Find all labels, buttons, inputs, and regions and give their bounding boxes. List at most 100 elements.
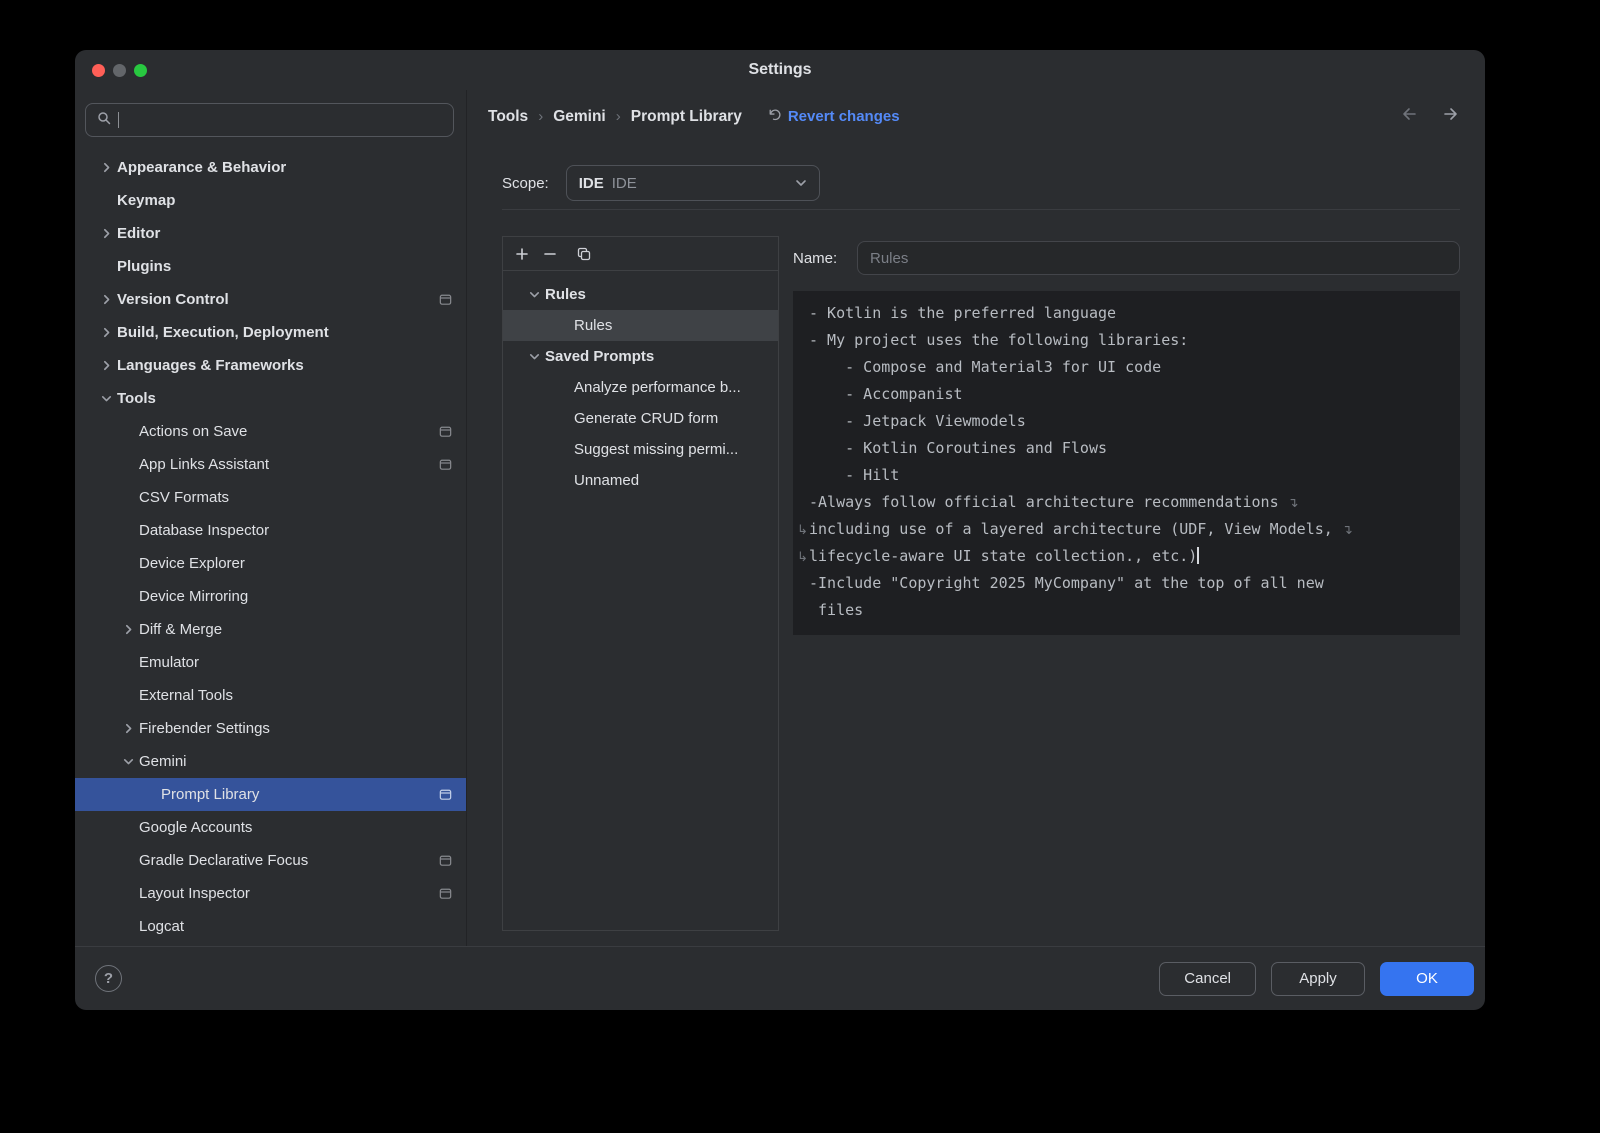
scope-divider	[502, 209, 1460, 210]
revert-changes-link[interactable]: Revert changes	[766, 107, 900, 126]
sidebar-item-device-explorer[interactable]: Device Explorer	[75, 547, 466, 580]
chevron-right-icon[interactable]	[99, 160, 117, 176]
sidebar-item-diff-merge[interactable]: Diff & Merge	[75, 613, 466, 646]
chevron-down-icon[interactable]	[527, 349, 545, 364]
name-label: Name:	[793, 250, 857, 267]
sidebar-item-label: Device Explorer	[139, 555, 245, 572]
sidebar-item-gradle-declarative-focus[interactable]: Gradle Declarative Focus	[75, 844, 466, 877]
scope-dropdown-value: IDE	[612, 175, 637, 192]
revert-label: Revert changes	[788, 108, 900, 125]
chevron-right-icon[interactable]	[99, 358, 117, 374]
breadcrumb-prompt-library[interactable]: Prompt Library	[631, 108, 742, 126]
remove-icon[interactable]	[536, 241, 564, 267]
prompt-group-rules[interactable]: Rules	[503, 279, 778, 310]
zoom-window-button[interactable]	[134, 64, 147, 77]
prompt-label: Rules	[574, 317, 612, 334]
sidebar-item-gemini[interactable]: Gemini	[75, 745, 466, 778]
breadcrumb-gemini[interactable]: Gemini	[553, 108, 606, 126]
back-arrow-icon[interactable]	[1400, 106, 1419, 127]
sidebar-item-label: Logcat	[139, 918, 184, 935]
prompt-item-unnamed[interactable]: Unnamed	[503, 465, 778, 496]
sidebar-item-tools[interactable]: Tools	[75, 382, 466, 415]
prompt-list-toolbar	[503, 237, 778, 271]
chevron-right-icon[interactable]	[121, 622, 139, 638]
prompt-item-analyze-performance-b[interactable]: Analyze performance b...	[503, 372, 778, 403]
sidebar-item-label: Keymap	[117, 192, 175, 209]
editor-line: ↳lifecycle-aware UI state collection., e…	[809, 543, 1454, 570]
sidebar-item-csv-formats[interactable]: CSV Formats	[75, 481, 466, 514]
chevron-spacer	[121, 688, 139, 704]
chevron-down-icon[interactable]	[527, 287, 545, 302]
sidebar-item-label: Diff & Merge	[139, 621, 222, 638]
apply-button[interactable]: Apply	[1271, 962, 1365, 996]
sidebar-item-prompt-library[interactable]: Prompt Library	[75, 778, 466, 811]
chevron-down-icon[interactable]	[121, 754, 139, 770]
prompt-text-editor[interactable]: - Kotlin is the preferred language- My p…	[793, 291, 1460, 635]
sidebar-item-label: Gemini	[139, 753, 187, 770]
sidebar-item-label: CSV Formats	[139, 489, 229, 506]
editor-line-text: - Hilt	[809, 466, 899, 484]
forward-arrow-icon[interactable]	[1441, 106, 1460, 127]
chevron-spacer	[121, 820, 139, 836]
prompt-item-suggest-missing-permi[interactable]: Suggest missing permi...	[503, 434, 778, 465]
ok-button[interactable]: OK	[1380, 962, 1474, 996]
sidebar-item-version-control[interactable]: Version Control	[75, 283, 466, 316]
per-ide-settings-icon	[438, 886, 453, 901]
settings-search-field[interactable]	[85, 103, 454, 137]
add-icon[interactable]	[508, 241, 536, 267]
sidebar-item-label: Firebender Settings	[139, 720, 270, 737]
editor-line-text: - My project uses the following librarie…	[809, 331, 1188, 349]
chevron-right-icon[interactable]	[99, 226, 117, 242]
chevron-right-icon[interactable]	[99, 325, 117, 341]
prompt-group-saved-prompts[interactable]: Saved Prompts	[503, 341, 778, 372]
sidebar-item-google-accounts[interactable]: Google Accounts	[75, 811, 466, 844]
close-window-button[interactable]	[92, 64, 105, 77]
settings-sidebar: Appearance & Behavior Keymap EditorPlugins…	[75, 90, 467, 946]
sidebar-item-build-execution-deployment[interactable]: Build, Execution, Deployment	[75, 316, 466, 349]
sidebar-item-actions-on-save[interactable]: Actions on Save	[75, 415, 466, 448]
sidebar-item-editor[interactable]: Editor	[75, 217, 466, 250]
minimize-window-button[interactable]	[113, 64, 126, 77]
prompt-item-rules[interactable]: Rules	[503, 310, 778, 341]
prompt-item-generate-crud-form[interactable]: Generate CRUD form	[503, 403, 778, 434]
sidebar-item-app-links-assistant[interactable]: App Links Assistant	[75, 448, 466, 481]
dialog-footer: ? Cancel Apply OK	[75, 946, 1485, 1010]
editor-line-text: including use of a layered architecture …	[809, 520, 1342, 538]
sidebar-item-label: External Tools	[139, 687, 233, 704]
sidebar-item-database-inspector[interactable]: Database Inspector	[75, 514, 466, 547]
history-nav	[1400, 106, 1460, 127]
breadcrumb-tools[interactable]: Tools	[488, 108, 528, 126]
editor-line-text: - Kotlin Coroutines and Flows	[809, 439, 1107, 457]
copy-icon[interactable]	[570, 241, 598, 267]
sidebar-item-emulator[interactable]: Emulator	[75, 646, 466, 679]
chevron-spacer	[121, 556, 139, 572]
help-button[interactable]: ?	[95, 965, 122, 992]
chevron-spacer	[143, 787, 161, 803]
sidebar-item-logcat[interactable]: Logcat	[75, 910, 466, 943]
chevron-right-icon[interactable]	[121, 721, 139, 737]
prompt-label: Unnamed	[574, 472, 639, 489]
breadcrumb: Tools › Gemini › Prompt Library Revert c…	[488, 106, 1460, 127]
sidebar-item-plugins[interactable]: Plugins	[75, 250, 466, 283]
sidebar-item-layout-inspector[interactable]: Layout Inspector	[75, 877, 466, 910]
editor-line: -Include "Copyright 2025 MyCompany" at t…	[809, 570, 1454, 597]
chevron-right-icon[interactable]	[99, 292, 117, 308]
sidebar-item-firebender-settings[interactable]: Firebender Settings	[75, 712, 466, 745]
sidebar-item-device-mirroring[interactable]: Device Mirroring	[75, 580, 466, 613]
editor-line-text: - Accompanist	[809, 385, 963, 403]
sidebar-item-keymap[interactable]: Keymap	[75, 184, 466, 217]
text-caret	[1197, 547, 1199, 564]
cancel-button[interactable]: Cancel	[1159, 962, 1256, 996]
editor-line-text: -Always follow official architecture rec…	[809, 493, 1288, 511]
sidebar-item-languages-frameworks[interactable]: Languages & Frameworks	[75, 349, 466, 382]
editor-line-text: - Jetpack Viewmodels	[809, 412, 1026, 430]
scope-dropdown[interactable]: IDE IDE	[566, 165, 820, 201]
sidebar-item-external-tools[interactable]: External Tools	[75, 679, 466, 712]
chevron-down-icon[interactable]	[99, 391, 117, 407]
sidebar-item-appearance-behavior[interactable]: Appearance & Behavior	[75, 151, 466, 184]
prompt-name-input[interactable]	[857, 241, 1460, 275]
titlebar: Settings	[75, 50, 1485, 90]
search-caret	[118, 112, 119, 128]
editor-line: - My project uses the following librarie…	[809, 327, 1454, 354]
sidebar-item-label: Build, Execution, Deployment	[117, 324, 329, 341]
